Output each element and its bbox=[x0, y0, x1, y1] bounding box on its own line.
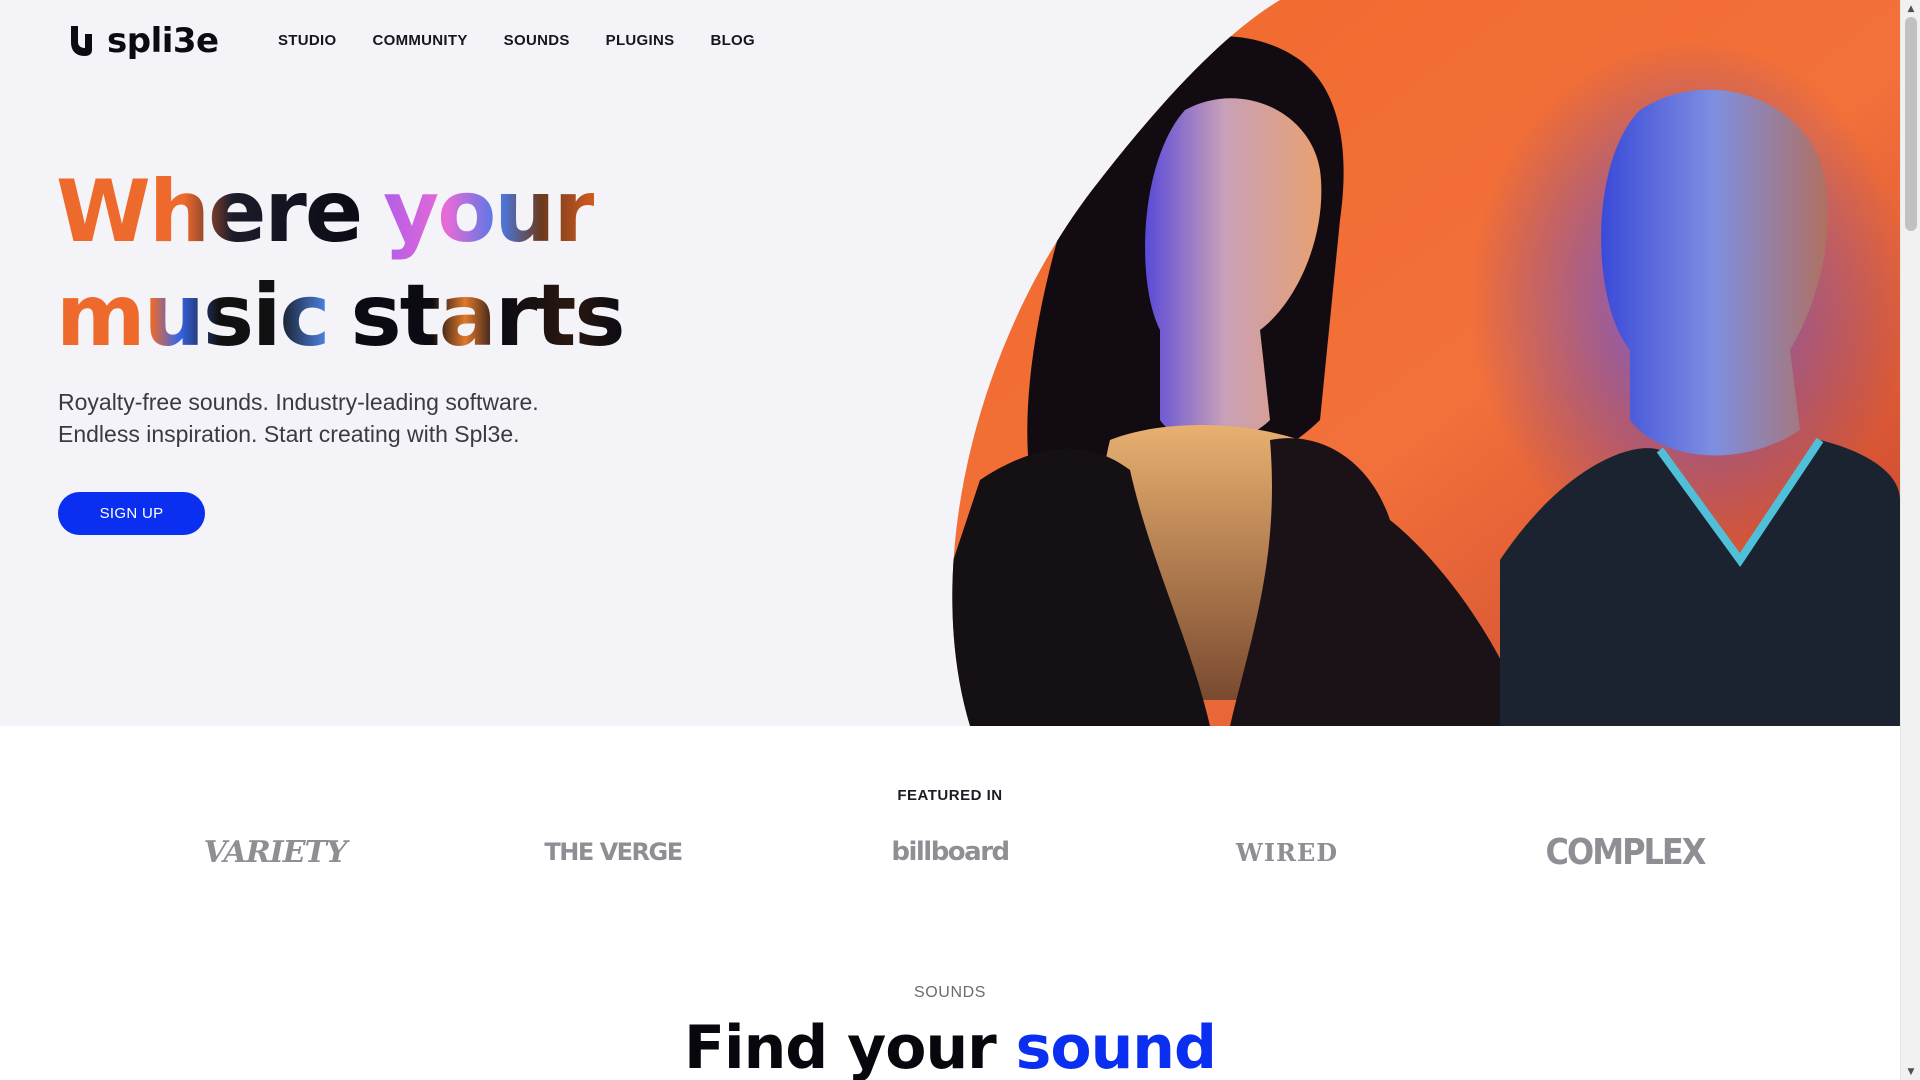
hero-photo bbox=[952, 0, 1900, 726]
brand-name: spli3e bbox=[107, 21, 219, 61]
scroll-down-arrow-icon[interactable]: ▼ bbox=[1901, 1063, 1920, 1080]
the-verge-logo[interactable]: THE VERGE bbox=[533, 830, 693, 874]
nav-item-plugins[interactable]: PLUGINS bbox=[606, 30, 675, 52]
nav-item-blog[interactable]: BLOG bbox=[710, 30, 755, 52]
hero-headline: Where your music starts bbox=[56, 160, 776, 368]
sounds-title-start: Find your bbox=[684, 1013, 997, 1080]
sounds-title-accent: sound bbox=[1015, 1013, 1217, 1080]
billboard-logo[interactable]: billboard bbox=[870, 830, 1030, 874]
vertical-scrollbar[interactable]: ▲ ▼ bbox=[1900, 0, 1920, 1080]
headline-word-where: Where bbox=[56, 162, 363, 262]
headline-line-2: music starts bbox=[56, 264, 776, 368]
main-nav: STUDIO COMMUNITY SOUNDS PLUGINS BLOG bbox=[278, 30, 755, 52]
splice-logo-icon bbox=[71, 26, 92, 56]
logo[interactable]: spli3e bbox=[67, 24, 219, 58]
complex-logo[interactable]: COMPLEX bbox=[1545, 828, 1707, 876]
headline-line-1: Where your bbox=[56, 160, 776, 264]
hero-subtext-line-2: Endless inspiration. Start creating with… bbox=[58, 421, 520, 447]
headline-word-your: your bbox=[383, 162, 596, 262]
sounds-section-label: SOUNDS bbox=[913, 984, 987, 1001]
page: spli3e STUDIO COMMUNITY SOUNDS PLUGINS B… bbox=[0, 0, 1900, 1080]
nav-item-community[interactable]: COMMUNITY bbox=[372, 30, 467, 52]
hero-subtext: Royalty-free sounds. Industry-leading so… bbox=[58, 386, 678, 450]
nav-item-studio[interactable]: STUDIO bbox=[278, 30, 336, 52]
hero-section: spli3e STUDIO COMMUNITY SOUNDS PLUGINS B… bbox=[0, 0, 1900, 726]
scroll-up-arrow-icon[interactable]: ▲ bbox=[1901, 0, 1920, 17]
headline-word-music: music bbox=[56, 266, 330, 366]
scrollbar-thumb[interactable] bbox=[1905, 17, 1917, 231]
nav-item-sounds[interactable]: SOUNDS bbox=[504, 30, 570, 52]
wired-logo[interactable]: WIRED bbox=[1207, 830, 1367, 874]
sounds-section-title: Find your sound bbox=[0, 1008, 1900, 1080]
hero-subtext-line-1: Royalty-free sounds. Industry-leading so… bbox=[58, 389, 539, 415]
press-logos: VARIETY THE VERGE billboard WIRED COMPLE… bbox=[0, 830, 1900, 874]
featured-in-label: FEATURED IN bbox=[897, 787, 1003, 804]
headline-word-starts: starts bbox=[350, 266, 625, 366]
variety-logo[interactable]: VARIETY bbox=[195, 830, 355, 874]
sign-up-button[interactable]: SIGN UP bbox=[58, 492, 205, 535]
